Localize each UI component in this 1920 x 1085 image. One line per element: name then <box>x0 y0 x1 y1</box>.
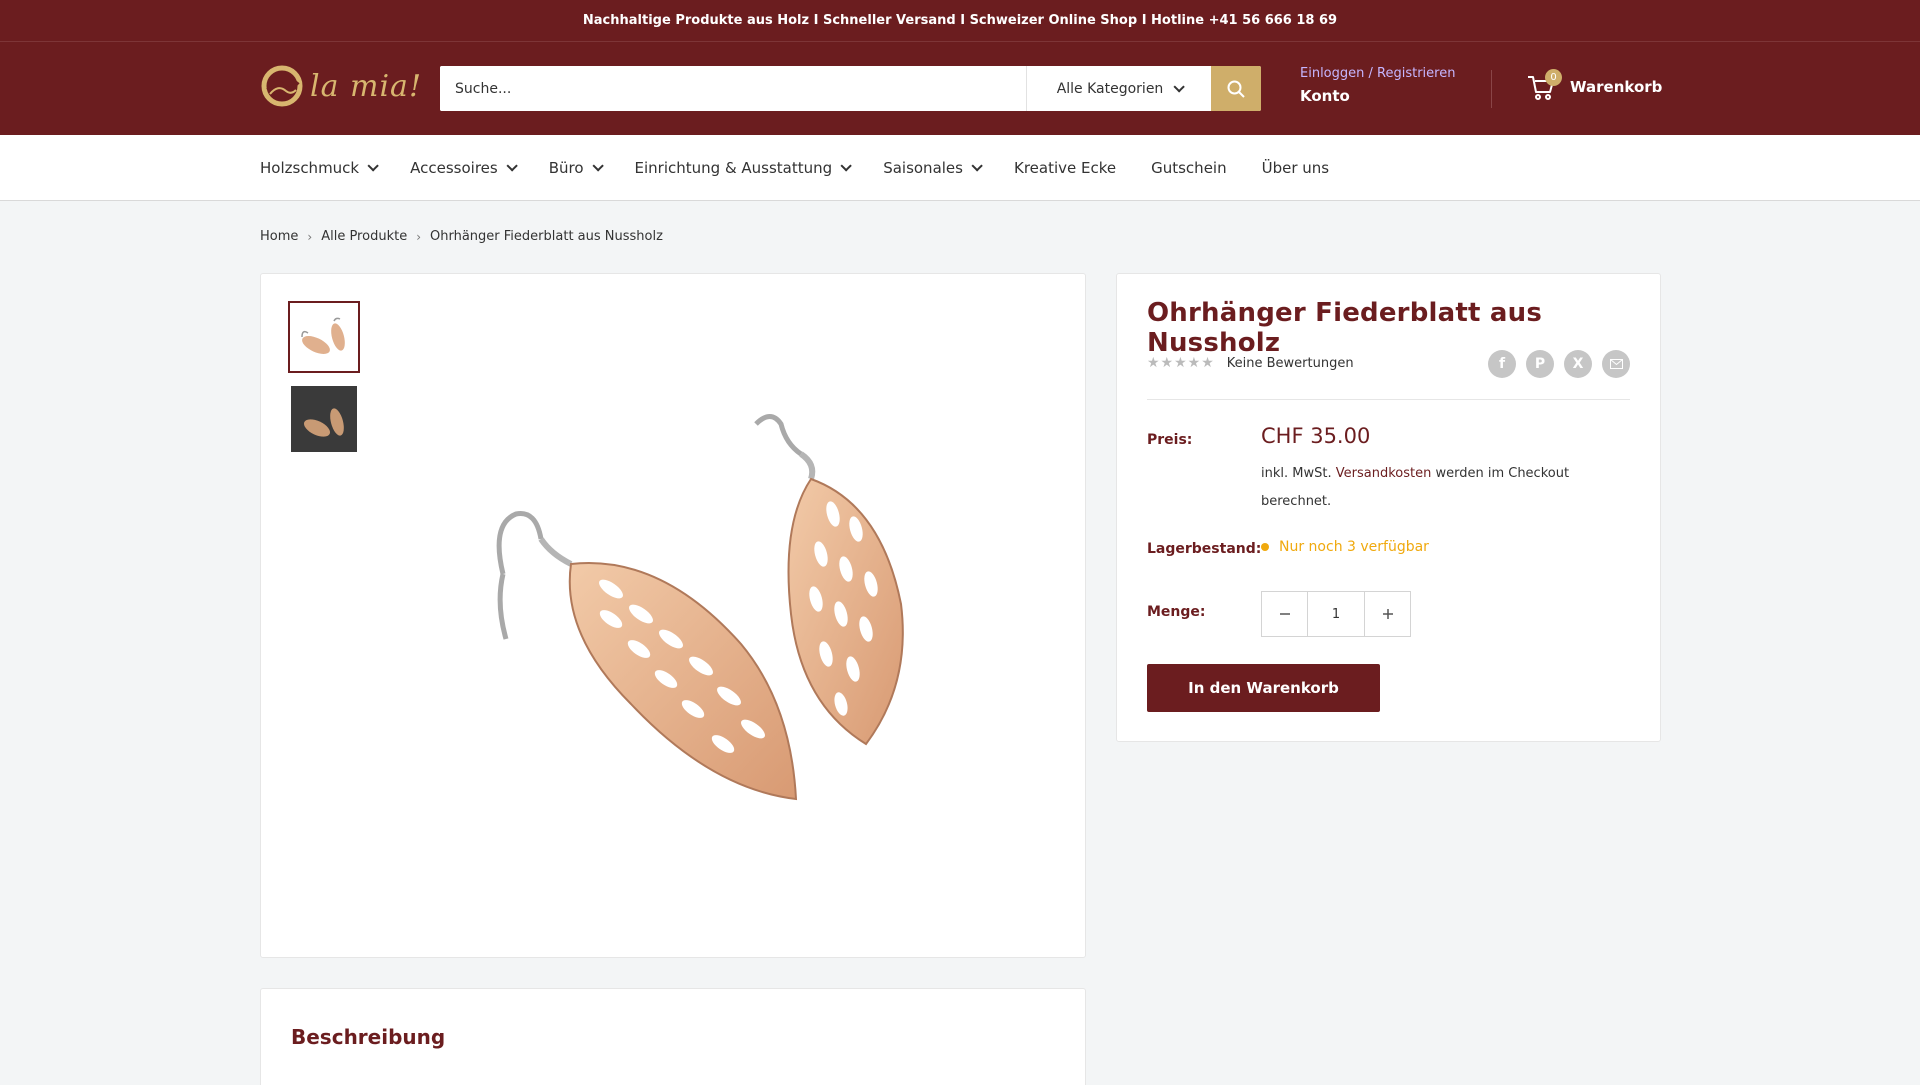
breadcrumb-home[interactable]: Home <box>260 229 298 244</box>
earring-dark-thumbnail-image <box>291 386 357 452</box>
account-label[interactable]: Konto <box>1300 87 1455 105</box>
info-divider <box>1147 399 1630 400</box>
product-main-image[interactable] <box>461 404 981 824</box>
description-section: Beschreibung <box>260 988 1086 1085</box>
product-price: CHF 35.00 <box>1261 424 1371 448</box>
nav-item-label: Holzschmuck <box>260 158 360 177</box>
announcement-bar: Nachhaltige Produkte aus Holz I Schnelle… <box>0 0 1920 42</box>
main-navigation: Holzschmuck Accessoires Büro Einrichtung… <box>0 135 1920 201</box>
nav-item-gutschein[interactable]: Gutschein <box>1151 159 1226 177</box>
nav-item-kreative-ecke[interactable]: Kreative Ecke <box>1014 159 1116 177</box>
chevron-down-icon <box>506 159 518 172</box>
search-input[interactable] <box>440 66 1026 111</box>
breadcrumb-current: Ohrhänger Fiederblatt aus Nussholz <box>430 229 663 244</box>
stock-status: Nur noch 3 verfügbar <box>1261 539 1429 555</box>
nav-item-saisonales[interactable]: Saisonales <box>883 158 983 177</box>
search-bar: Alle Kategorien <box>440 66 1261 111</box>
nav-item-label: Accessoires <box>410 158 498 177</box>
quantity-increase-button[interactable] <box>1365 592 1410 636</box>
product-info-panel: Ohrhänger Fiederblatt aus Nussholz ★★★★★… <box>1116 273 1661 742</box>
envelope-icon <box>1609 359 1623 369</box>
nav-item-ueber-uns[interactable]: Über uns <box>1262 159 1330 177</box>
quantity-input[interactable]: 1 <box>1307 592 1365 636</box>
nav-item-label: Über uns <box>1261 158 1330 177</box>
nav-item-label: Saisonales <box>883 158 963 177</box>
logo-text: la mia! <box>310 68 422 104</box>
plus-icon <box>1382 609 1393 619</box>
add-to-cart-button[interactable]: In den Warenkorb <box>1147 664 1380 712</box>
nav-item-accessoires[interactable]: Accessoires <box>410 158 518 177</box>
quantity-decrease-button[interactable] <box>1262 592 1307 636</box>
nav-item-label: Büro <box>548 158 584 177</box>
nav-item-holzschmuck[interactable]: Holzschmuck <box>260 158 379 177</box>
search-button[interactable] <box>1211 66 1261 111</box>
search-icon <box>1227 80 1245 98</box>
nav-item-label: Einrichtung & Ausstattung <box>634 158 833 177</box>
price-label: Preis: <box>1147 432 1193 448</box>
pinterest-share-icon[interactable]: P <box>1526 350 1554 378</box>
gallery-thumbnail-1[interactable] <box>288 301 360 373</box>
category-select-value: Alle Kategorien <box>1056 80 1164 97</box>
logo[interactable]: la mia! <box>260 64 422 108</box>
quantity-label: Menge: <box>1147 604 1206 620</box>
product-title: Ohrhänger Fiederblatt aus Nussholz <box>1147 298 1542 358</box>
chevron-down-icon <box>1173 80 1186 93</box>
nav-item-einrichtung[interactable]: Einrichtung & Ausstattung <box>634 158 852 177</box>
product-rating[interactable]: ★★★★★ Keine Bewertungen <box>1147 355 1354 371</box>
cart-icon-wrap: 0 <box>1526 69 1562 102</box>
email-share-icon[interactable] <box>1602 350 1630 378</box>
facebook-share-icon[interactable]: f <box>1488 350 1516 378</box>
shipping-costs-link[interactable]: Versandkosten <box>1336 466 1432 481</box>
product-gallery <box>260 273 1086 958</box>
stock-text: Nur noch 3 verfügbar <box>1279 539 1429 555</box>
category-select[interactable]: Alle Kategorien <box>1026 66 1211 111</box>
nav-item-label: Kreative Ecke <box>1013 158 1117 177</box>
account-menu[interactable]: Einloggen / Registrieren Konto <box>1300 66 1455 105</box>
breadcrumb: Home › Alle Produkte › Ohrhänger Fiederb… <box>260 229 663 244</box>
stock-label: Lagerbestand: <box>1147 541 1262 557</box>
cart-button[interactable]: 0 Warenkorb <box>1526 69 1663 102</box>
nav-item-buero[interactable]: Büro <box>548 158 604 177</box>
x-share-icon[interactable]: X <box>1564 350 1592 378</box>
header-divider <box>1491 70 1492 108</box>
rating-text: Keine Bewertungen <box>1226 355 1354 371</box>
share-buttons: f P X <box>1488 350 1630 378</box>
tax-note: inkl. MwSt. Versandkosten werden im Chec… <box>1261 460 1601 516</box>
gallery-thumbnail-2[interactable] <box>291 386 357 452</box>
breadcrumb-separator-icon: › <box>307 229 313 244</box>
tax-prefix: inkl. MwSt. <box>1261 466 1332 481</box>
minus-icon <box>1279 613 1290 615</box>
chevron-down-icon <box>591 159 604 172</box>
chevron-down-icon <box>840 159 852 172</box>
rating-stars-icon: ★★★★★ <box>1147 355 1215 371</box>
chevron-down-icon <box>971 159 983 172</box>
cart-label: Warenkorb <box>1570 78 1663 96</box>
logo-mark-icon <box>261 65 303 107</box>
earring-thumbnail-image <box>301 317 345 354</box>
login-register-link[interactable]: Einloggen / Registrieren <box>1300 66 1455 81</box>
breadcrumb-separator-icon: › <box>416 229 422 244</box>
announcement-text: Nachhaltige Produkte aus Holz I Schnelle… <box>582 13 1338 28</box>
stock-dot-icon <box>1261 543 1269 551</box>
nav-item-label: Gutschein <box>1151 158 1227 177</box>
quantity-stepper: 1 <box>1261 591 1411 637</box>
site-header: la mia! Alle Kategorien Einloggen / Regi… <box>0 42 1920 135</box>
description-heading: Beschreibung <box>291 1025 446 1049</box>
breadcrumb-all-products[interactable]: Alle Produkte <box>321 229 407 244</box>
cart-count-badge: 0 <box>1545 69 1562 86</box>
chevron-down-icon <box>367 159 379 172</box>
